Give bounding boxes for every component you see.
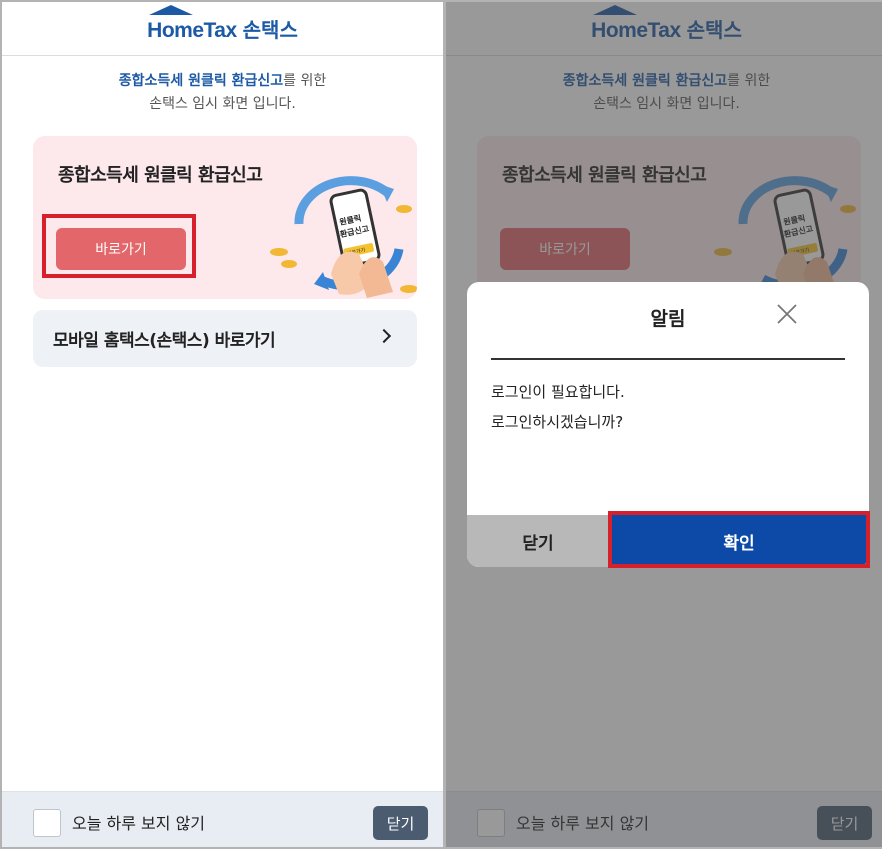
- intro-suffix: 를 위한: [283, 73, 327, 89]
- logo-text-en: HomeTax: [147, 19, 237, 42]
- right-screen: HomeTax 손택스 종합소득세 원클릭 환급신고를 위한 손택스 임시 화면…: [446, 2, 882, 847]
- house-roof-icon: [149, 5, 194, 15]
- mobile-link-label: 모바일 홈택스(손택스) 바로가기: [53, 331, 276, 351]
- dialog-divider: [491, 358, 845, 360]
- intro-highlight: 종합소득세 원클릭 환급신고: [118, 73, 284, 89]
- dialog-message-line2: 로그인하시겠습니까?: [491, 413, 624, 431]
- close-button[interactable]: 닫기: [373, 806, 428, 840]
- card-title: 종합소득세 원클릭 환급신고: [58, 165, 263, 186]
- intro-text: 종합소득세 원클릭 환급신고를 위한 손택스 임시 화면 입니다.: [2, 70, 443, 116]
- dialog-cancel-button[interactable]: 닫기: [467, 515, 609, 567]
- app-header: HomeTax 손택스: [2, 2, 443, 56]
- phone-illustration: 원클릭 환급신고 바로가기: [270, 176, 417, 298]
- left-screen: HomeTax 손택스 종합소득세 원클릭 환급신고를 위한 손택스 임시 화면…: [2, 2, 443, 847]
- footer-bar: 오늘 하루 보지 않기 닫기: [2, 791, 443, 847]
- highlight-box-confirm-button: [608, 511, 870, 568]
- hometax-logo: HomeTax 손택스: [147, 5, 298, 43]
- intro-line2: 손택스 임시 화면 입니다.: [149, 96, 296, 112]
- dialog-message-line1: 로그인이 필요합니다.: [491, 383, 625, 401]
- mobile-hometax-link[interactable]: 모바일 홈택스(손택스) 바로가기: [33, 310, 417, 367]
- hide-today-checkbox[interactable]: [33, 809, 61, 837]
- chevron-right-icon: [376, 328, 392, 344]
- logo-text-ko: 손택스: [242, 18, 298, 42]
- highlight-box-go-button: [42, 214, 196, 278]
- hide-today-label[interactable]: 오늘 하루 보지 않기: [72, 810, 205, 834]
- dialog-message: 로그인이 필요합니다. 로그인하시겠습니까?: [491, 377, 625, 437]
- close-icon[interactable]: [775, 302, 799, 326]
- dialog-title: 알림: [650, 308, 686, 330]
